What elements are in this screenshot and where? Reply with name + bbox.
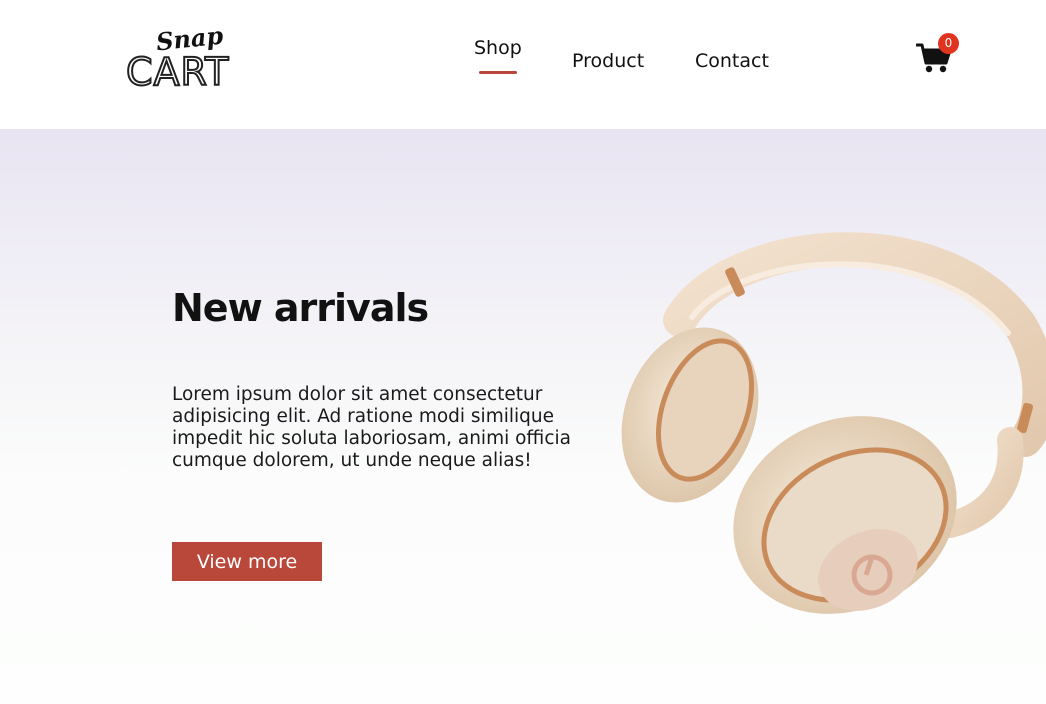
view-more-button[interactable]: View more <box>172 542 322 581</box>
hero-title: New arrivals <box>172 286 429 330</box>
brand-logo[interactable]: Snap CART <box>125 21 244 95</box>
logo-main-text: CART <box>125 49 230 95</box>
cart-count-badge: 0 <box>938 33 959 54</box>
nav-item-contact[interactable]: Contact <box>695 50 769 72</box>
site-header: Snap CART Shop Product Contact 0 <box>0 0 1046 129</box>
hero-description: Lorem ipsum dolor sit amet consectetur a… <box>172 384 571 471</box>
nav-item-product[interactable]: Product <box>572 50 644 72</box>
nav-item-shop[interactable]: Shop <box>474 37 522 59</box>
active-nav-indicator <box>479 71 517 74</box>
headphones-image <box>621 232 1046 614</box>
